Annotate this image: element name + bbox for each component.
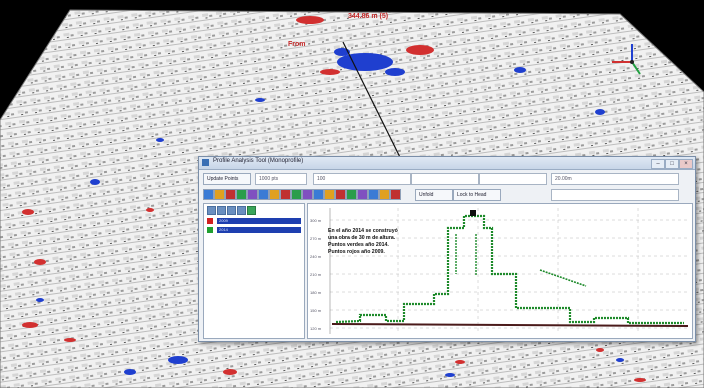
minimize-button[interactable]: – [651, 159, 665, 169]
remove-layer-icon[interactable] [217, 206, 226, 215]
toolbar-row-2: Unfold Lock to Head [201, 187, 693, 201]
toolbar-tool-icon[interactable] [313, 189, 324, 200]
layer-down-icon[interactable] [237, 206, 246, 215]
y-tick-label: 150 m [310, 308, 322, 313]
add-layer-icon[interactable] [207, 206, 216, 215]
toolbar-tool-icon[interactable] [214, 189, 225, 200]
plot-grid [330, 208, 688, 334]
layer-row-2014[interactable]: 2014 [207, 227, 301, 234]
layer-color-swatch [207, 218, 213, 224]
profile-2009-points [331, 323, 689, 327]
toolbar-tool-icon[interactable] [302, 189, 313, 200]
toolbar-tool-icon[interactable] [269, 189, 280, 200]
toolbar-tool-icon[interactable] [203, 189, 214, 200]
lock-to-head-button[interactable]: Lock to Head [453, 189, 501, 201]
toolbar-row-1: Update Points 1000 pts 100 20.00m [201, 171, 693, 185]
toolbar-tool-icon[interactable] [368, 189, 379, 200]
profile-plot-svg [329, 208, 689, 334]
layer-label: 2014 [217, 227, 301, 233]
toolbar-tool-icon[interactable] [258, 189, 269, 200]
toolbar-tool-icon[interactable] [346, 189, 357, 200]
toolbar-tool-icon[interactable] [291, 189, 302, 200]
y-tick-label: 270 m [310, 236, 322, 241]
close-button[interactable]: × [679, 159, 693, 169]
profile-annotation: En el año 2014 se construyó una obra de … [328, 228, 398, 255]
points-field[interactable]: 1000 pts [255, 173, 307, 185]
toolbar-tool-icon[interactable] [357, 189, 368, 200]
field-3[interactable] [411, 173, 479, 185]
label-distance: 344.86 m (5) [348, 13, 388, 20]
window-title: Profile Analysis Tool (Monoprofile) [213, 158, 304, 164]
visibility-icon[interactable] [247, 206, 256, 215]
label-from: From [288, 41, 306, 48]
toolbar-tool-icon[interactable] [390, 189, 401, 200]
update-points-button[interactable]: Update Points [203, 173, 251, 185]
layer-up-icon[interactable] [227, 206, 236, 215]
toolbar-tool-icon[interactable] [324, 189, 335, 200]
y-tick-label: 120 m [310, 326, 322, 331]
field-4[interactable] [479, 173, 547, 185]
value-field[interactable]: 100 [313, 173, 411, 185]
y-tick-label: 180 m [310, 290, 322, 295]
maximize-button[interactable]: □ [665, 159, 679, 169]
profile-analysis-window[interactable]: Profile Analysis Tool (Monoprofile) – □ … [198, 156, 696, 342]
layers-panel[interactable]: 2009 2014 [203, 203, 305, 339]
toolbar-tool-icon[interactable] [247, 189, 258, 200]
toolbar-tool-icon[interactable] [225, 189, 236, 200]
layer-label: 2009 [217, 218, 301, 224]
y-tick-label: 300 m [310, 218, 322, 223]
app-icon [202, 159, 209, 166]
toolbar-tool-icon[interactable] [280, 189, 291, 200]
scale-field[interactable]: 20.00m [551, 173, 679, 185]
window-titlebar[interactable]: Profile Analysis Tool (Monoprofile) – □ … [199, 157, 695, 170]
toolbar-tool-icon[interactable] [236, 189, 247, 200]
right-field[interactable] [551, 189, 679, 201]
layer-color-swatch [207, 227, 213, 233]
toolbar-tool-icon[interactable] [379, 189, 390, 200]
layer-row-2009[interactable]: 2009 [207, 218, 301, 225]
y-tick-label: 240 m [310, 254, 322, 259]
y-tick-label: 210 m [310, 272, 322, 277]
profile-plot[interactable]: 300 m 270 m 240 m 210 m 180 m 150 m 120 … [307, 203, 693, 339]
unfold-button[interactable]: Unfold [415, 189, 453, 201]
toolbar-tool-icon[interactable] [335, 189, 346, 200]
